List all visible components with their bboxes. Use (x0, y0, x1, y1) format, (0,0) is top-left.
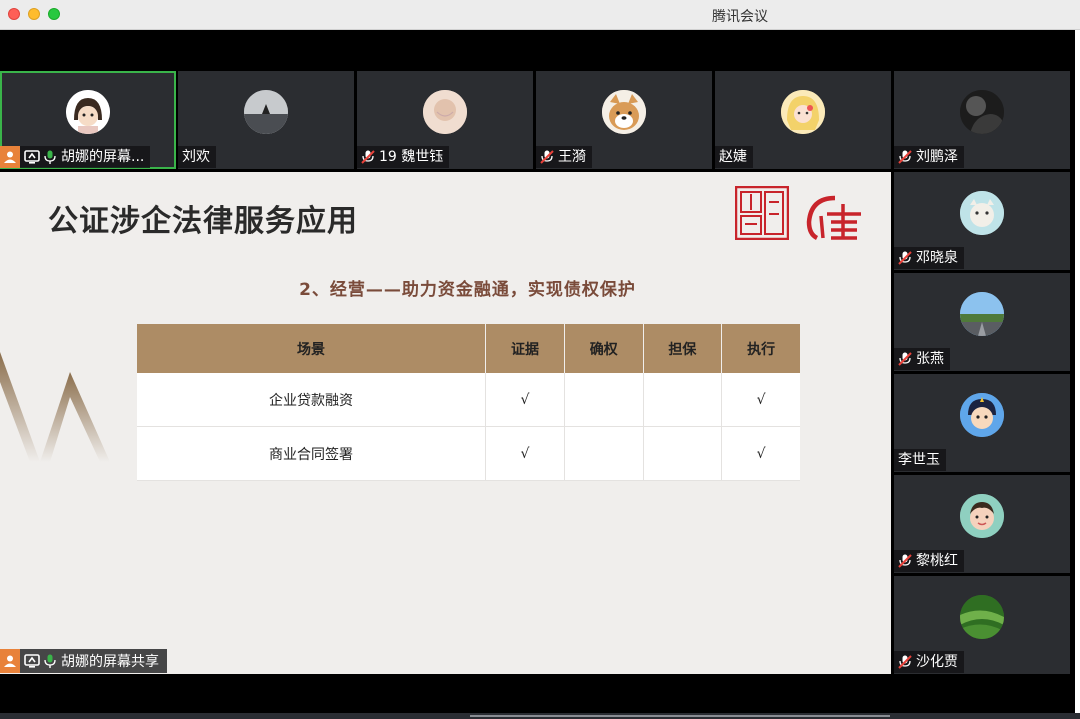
person-icon (0, 146, 20, 168)
participant-tile-2[interactable]: 刘欢 (178, 71, 354, 169)
table-header: 执行 (721, 324, 800, 373)
window-title: 腾讯会议 (712, 9, 768, 25)
participant-tile-1[interactable]: 胡娜的屏幕... (0, 71, 176, 169)
slide-title: 公证涉企法律服务应用 (48, 204, 358, 239)
bottom-scrollbar[interactable] (0, 713, 1080, 719)
participant-name: 胡娜的屏幕... (61, 149, 145, 165)
participant-name: 刘鹏泽 (916, 149, 958, 165)
avatar (960, 595, 1004, 639)
screen-share-label: 胡娜的屏幕共享 (61, 654, 159, 670)
mic-muted-icon (898, 655, 912, 669)
mic-muted-icon (540, 150, 554, 164)
participant-tile-6[interactable]: 刘鹏泽 (894, 71, 1070, 169)
person-icon (0, 649, 20, 673)
participant-tile-10[interactable]: 黎桃红 (894, 475, 1070, 573)
mic-muted-icon (898, 352, 912, 366)
participant-tile-7[interactable]: 邓晓泉 (894, 172, 1070, 270)
shared-screen-slide: 公证涉企法律服务应用 2、经营——助力资金融通，实现债权保护 场景 证据 确权 … (0, 172, 891, 674)
table-cell (564, 426, 644, 481)
participant-tile-4[interactable]: 王漪 (536, 71, 712, 169)
table-cell: 企业贷款融资 (137, 373, 487, 427)
participant-name-bar: 邓晓泉 (894, 247, 964, 269)
avatar (960, 191, 1004, 235)
participant-name-bar: 胡娜的屏幕... (0, 146, 151, 168)
table-cell (643, 373, 723, 427)
participant-name: 刘欢 (182, 149, 210, 165)
scrollbar-thumb[interactable] (470, 715, 890, 717)
mic-icon (44, 150, 56, 164)
participant-name: 19 魏世钰 (379, 149, 444, 165)
title-bar: 腾讯会议 (0, 0, 1080, 30)
avatar (960, 494, 1004, 538)
table-header: 场景 (137, 324, 487, 373)
avatar (602, 90, 646, 134)
table-header: 确权 (564, 324, 644, 373)
participant-name: 沙化贾 (916, 654, 958, 670)
participant-tile-8[interactable]: 张燕 (894, 273, 1070, 371)
mountain-decoration (0, 352, 110, 462)
screen-share-label-bar[interactable]: 胡娜的屏幕共享 (0, 649, 167, 673)
table-cell (564, 373, 644, 427)
participant-tile-3[interactable]: 19 魏世钰 (357, 71, 533, 169)
table-header: 证据 (485, 324, 565, 373)
participant-tile-9[interactable]: 李世玉 (894, 374, 1070, 472)
participant-tile-5[interactable]: 赵婕 (715, 71, 891, 169)
participant-name-bar: 张燕 (894, 348, 950, 370)
avatar (960, 393, 1004, 437)
participant-name: 赵婕 (719, 149, 747, 165)
window-edge (1075, 30, 1080, 719)
mic-muted-icon (898, 251, 912, 265)
avatar (960, 292, 1004, 336)
table-header: 担保 (643, 324, 723, 373)
table-cell: √ (721, 426, 800, 481)
table-cell: 商业合同签署 (137, 426, 487, 481)
participant-name-bar: 刘鹏泽 (894, 146, 964, 168)
mic-muted-icon (361, 150, 375, 164)
participant-tile-11[interactable]: 沙化贾 (894, 576, 1070, 674)
table-cell: √ (485, 373, 565, 427)
table-row: 企业贷款融资 √ √ (137, 373, 800, 427)
participant-name-bar: 李世玉 (894, 449, 946, 471)
mic-muted-icon (898, 554, 912, 568)
table-cell (643, 426, 723, 481)
participant-name-bar: 沙化贾 (894, 651, 964, 673)
avatar (960, 90, 1004, 134)
china-notary-seal-logo (735, 186, 789, 240)
participant-name: 王漪 (558, 149, 586, 165)
table-cell: √ (721, 373, 800, 427)
table-row: 商业合同签署 √ √ (137, 426, 800, 481)
avatar (781, 90, 825, 134)
participant-name: 邓晓泉 (916, 250, 958, 266)
avatar (66, 90, 110, 134)
participant-name: 李世玉 (898, 452, 940, 468)
participant-name-bar: 赵婕 (715, 146, 753, 168)
participant-name: 张燕 (916, 351, 944, 367)
screen-share-icon (24, 150, 40, 164)
participant-name-bar: 王漪 (536, 146, 592, 168)
table-cell: √ (485, 426, 565, 481)
avatar (423, 90, 467, 134)
mic-icon (44, 654, 56, 668)
screen-share-icon (24, 654, 40, 668)
participant-name-bar: 黎桃红 (894, 550, 964, 572)
participant-name-bar: 刘欢 (178, 146, 216, 168)
avatar (244, 90, 288, 134)
participant-name-bar: 19 魏世钰 (357, 146, 450, 168)
mic-muted-icon (898, 150, 912, 164)
table-header-row: 场景 证据 确权 担保 执行 (137, 324, 800, 373)
service-table: 场景 证据 确权 担保 执行 企业贷款融资 √ √ 商业合同签署 √ √ (137, 324, 800, 481)
slide-subtitle: 2、经营——助力资金融通，实现债权保护 (299, 280, 636, 300)
notary-emblem-logo (806, 195, 861, 240)
participant-name: 黎桃红 (916, 553, 958, 569)
